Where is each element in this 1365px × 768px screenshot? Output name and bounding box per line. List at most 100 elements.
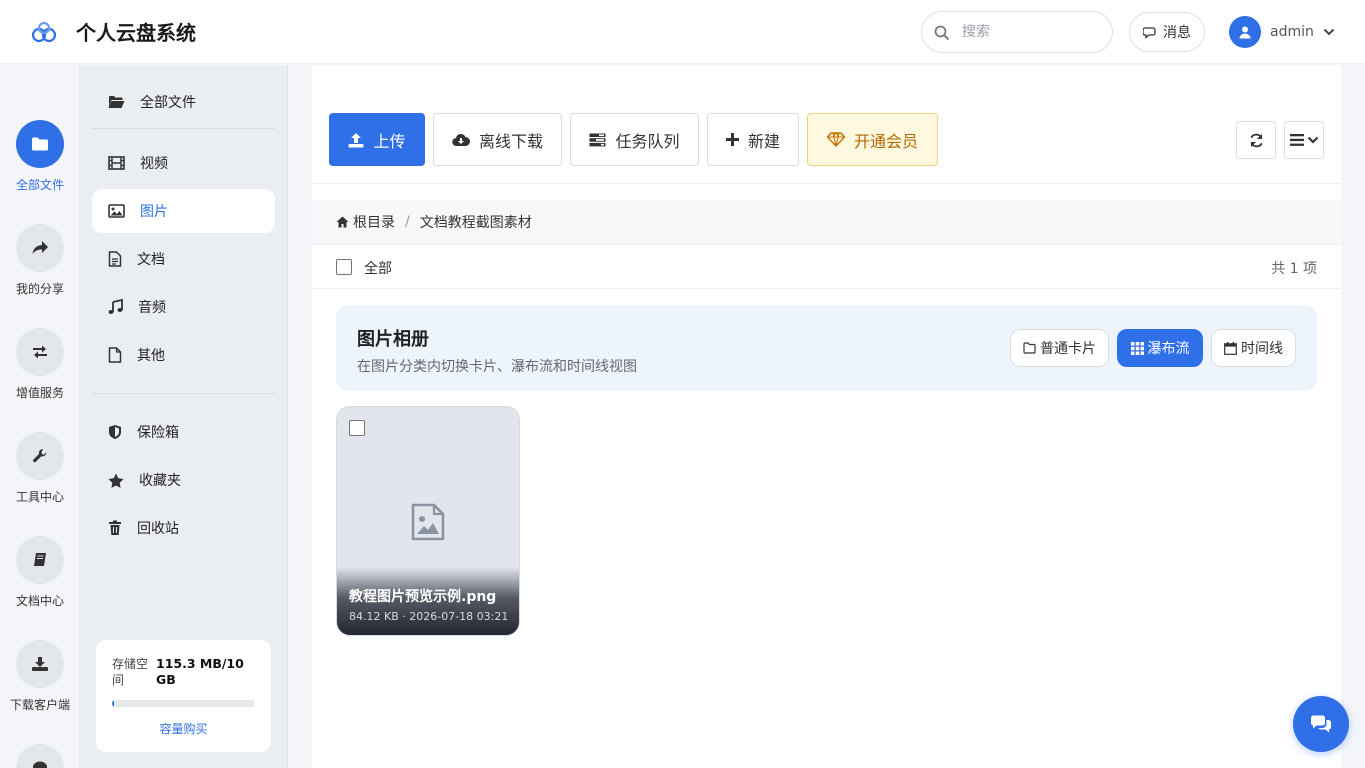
menu-label: 回收站 <box>137 521 179 537</box>
file-icon <box>108 347 122 363</box>
image-card-checkbox[interactable] <box>349 420 365 436</box>
upload-button[interactable]: 上传 <box>329 113 425 166</box>
breadcrumb-root[interactable]: 根目录 <box>353 212 395 232</box>
menu-label: 其他 <box>137 348 165 364</box>
rail-label: 增值服务 <box>15 386 64 400</box>
rail-label: 全部文件 <box>15 178 64 192</box>
menu-label: 保险箱 <box>137 425 179 441</box>
cloud-download-icon <box>452 133 470 146</box>
upload-label: 上传 <box>373 131 406 151</box>
chevron-down-icon <box>1307 136 1318 144</box>
chat-support-button[interactable] <box>1293 696 1349 752</box>
menu-label: 视频 <box>140 156 168 172</box>
share-icon <box>32 241 48 254</box>
view-timeline-label: 时间线 <box>1241 341 1283 357</box>
offline-download-button[interactable]: 离线下载 <box>433 113 562 166</box>
view-waterfall-label: 瀑布流 <box>1147 341 1190 357</box>
trash-icon <box>109 520 121 535</box>
view-card-label: 普通卡片 <box>1040 341 1096 357</box>
task-queue-label: 任务队列 <box>615 131 680 151</box>
divider <box>92 128 275 129</box>
search-input[interactable] <box>962 21 1102 43</box>
menu-item-all-files[interactable]: 全部文件 <box>92 80 275 124</box>
menu-label: 全部文件 <box>140 95 196 111</box>
search-box[interactable] <box>921 11 1113 53</box>
refresh-button[interactable] <box>1236 121 1276 159</box>
comments-icon <box>1310 715 1332 733</box>
main-panel: 上传 离线下载 任务队列 新建 开通会员 根目录 / 文档教程截图素材 全部 共… <box>312 65 1341 768</box>
rail-item-docs[interactable]: 文档中心 <box>0 536 79 609</box>
album-header: 图片相册 在图片分类内切换卡片、瀑布流和时间线视图 普通卡片 瀑布流 时间线 <box>336 305 1317 391</box>
rail-label: 文档中心 <box>15 594 64 608</box>
calendar-icon <box>1224 341 1237 355</box>
menu-item-audio[interactable]: 音频 <box>92 285 275 329</box>
rail-label: 下载客户端 <box>9 698 70 712</box>
book-icon <box>34 553 46 566</box>
view-timeline-button[interactable]: 时间线 <box>1211 329 1296 367</box>
menu-label: 文档 <box>137 252 165 268</box>
rail-item-my-share[interactable]: 我的分享 <box>0 224 79 297</box>
select-all-checkbox[interactable] <box>336 259 352 275</box>
storage-progress-fill <box>112 700 114 707</box>
storage-progress-bar <box>112 700 255 707</box>
menu-item-safe-box[interactable]: 保险箱 <box>92 410 275 454</box>
breadcrumb-separator: / <box>405 214 410 230</box>
menu-item-images[interactable]: 图片 <box>92 189 275 233</box>
chevron-down-icon <box>1323 28 1335 36</box>
buy-capacity-link[interactable]: 容量购买 <box>96 720 271 737</box>
storage-card: 存储空间 115.3 MB/10 GB 容量购买 <box>96 640 271 752</box>
top-header: 个人云盘系统 消息 admin <box>0 0 1365 64</box>
storage-label: 存储空间 <box>112 657 149 687</box>
folder-icon <box>32 137 48 151</box>
search-icon <box>934 25 950 41</box>
offline-download-label: 离线下载 <box>478 131 543 151</box>
cloud-logo-icon <box>31 21 57 43</box>
menu-item-recycle-bin[interactable]: 回收站 <box>92 506 275 550</box>
select-all-label: 全部 <box>364 261 392 277</box>
rail-item-all-files[interactable]: 全部文件 <box>0 120 79 193</box>
rail-item-value-added[interactable]: 增值服务 <box>0 328 79 401</box>
menu-label: 收藏夹 <box>139 473 181 489</box>
file-text-icon <box>108 251 122 267</box>
user-menu[interactable]: admin <box>1229 16 1335 48</box>
image-card[interactable]: 教程图片预览示例.png 84.12 KB · 2026-07-18 03:21 <box>336 406 520 636</box>
toolbar: 上传 离线下载 任务队列 新建 开通会员 <box>312 65 1341 184</box>
breadcrumb-current: 文档教程截图素材 <box>419 215 532 231</box>
grid-icon <box>1130 341 1144 355</box>
rail-item-tools[interactable]: 工具中心 <box>0 432 79 505</box>
image-icon <box>108 204 125 218</box>
vip-button[interactable]: 开通会员 <box>807 113 938 166</box>
view-card-button[interactable]: 普通卡片 <box>1010 329 1109 367</box>
rail-item-more[interactable] <box>0 744 79 768</box>
app-title: 个人云盘系统 <box>76 21 196 45</box>
menu-item-other[interactable]: 其他 <box>92 333 275 377</box>
menu-label: 图片 <box>140 204 168 220</box>
rail-label: 我的分享 <box>15 282 64 296</box>
shield-icon <box>109 425 121 439</box>
menu-item-favorites[interactable]: 收藏夹 <box>92 458 275 502</box>
view-waterfall-button[interactable]: 瀑布流 <box>1117 329 1203 367</box>
rail-item-download-client[interactable]: 下载客户端 <box>0 640 79 713</box>
user-icon <box>1239 26 1251 39</box>
tasks-icon <box>589 133 606 146</box>
new-button[interactable]: 新建 <box>707 113 799 166</box>
messages-button[interactable]: 消息 <box>1129 12 1205 52</box>
category-menu: 全部文件 视频 图片 文档 音频 其他 保险箱 收藏夹 回收站 存储空间 115… <box>80 65 288 768</box>
comments-icon <box>1143 27 1156 39</box>
new-label: 新建 <box>747 131 780 151</box>
view-menu-button[interactable] <box>1284 121 1324 159</box>
app-rail: 全部文件 我的分享 增值服务 工具中心 文档中心 下载客户端 <box>0 65 80 768</box>
task-queue-button[interactable]: 任务队列 <box>570 113 699 166</box>
menu-item-video[interactable]: 视频 <box>92 141 275 185</box>
home-icon <box>336 216 349 228</box>
album-title: 图片相册 <box>357 329 429 350</box>
plus-icon <box>725 133 739 146</box>
menu-item-documents[interactable]: 文档 <box>92 237 275 281</box>
download-icon <box>32 657 48 671</box>
star-icon <box>108 473 124 488</box>
username: admin <box>1270 24 1314 40</box>
album-subtitle: 在图片分类内切换卡片、瀑布流和时间线视图 <box>357 359 637 375</box>
rail-label: 工具中心 <box>15 490 64 504</box>
refresh-icon <box>1249 133 1263 147</box>
image-card-meta: 84.12 KB · 2026-07-18 03:21 <box>349 610 509 623</box>
